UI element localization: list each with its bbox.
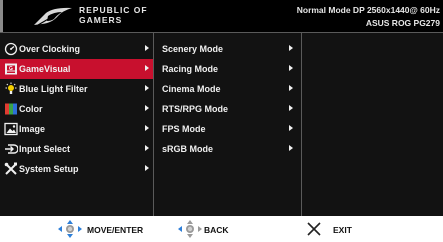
exit-x-icon: [307, 222, 321, 236]
main-menu-label: System Setup: [19, 164, 79, 174]
mode-info: Normal Mode DP 2560x1440@ 60Hz: [296, 5, 440, 15]
sub-menu-label: FPS Mode: [162, 124, 206, 134]
sub-menu-item-srgb-mode[interactable]: sRGB Mode: [162, 139, 302, 159]
main-menu-item-over-clocking[interactable]: Over Clocking: [0, 39, 153, 59]
sub-menu-label: Scenery Mode: [162, 44, 224, 54]
tools-icon: [4, 162, 17, 175]
back-label: BACK: [204, 225, 229, 235]
exit-label: EXIT: [333, 225, 352, 235]
chevron-right-icon: [145, 45, 149, 51]
chevron-right-icon: [145, 85, 149, 91]
main-menu-item-system-setup[interactable]: System Setup: [0, 159, 153, 179]
brand-line2: GAMERS: [79, 15, 123, 25]
main-menu-label: Over Clocking: [19, 44, 81, 54]
gauge-icon: [4, 42, 18, 56]
brand-line1: REPUBLIC OF: [79, 5, 148, 15]
rog-eye-logo-icon: [34, 7, 72, 26]
main-menu-label: Blue Light Filter: [19, 84, 88, 94]
chevron-right-icon: [145, 145, 149, 151]
main-menu-label: Input Select: [19, 144, 71, 154]
main-menu-item-blue-light-filter[interactable]: Blue Light Filter: [0, 79, 153, 99]
header-edge: [0, 0, 3, 32]
osd-menu: REPUBLIC OF GAMERS Normal Mode DP 2560x1…: [0, 0, 443, 216]
chevron-right-icon: [289, 65, 293, 71]
osd-footer: MOVE/ENTER BACK EXIT: [0, 216, 443, 242]
chevron-right-icon: [145, 105, 149, 111]
main-menu-label: GameVisual: [19, 64, 71, 74]
main-menu-label: Color: [19, 104, 43, 114]
monitor-model: ASUS ROG PG279: [365, 18, 440, 28]
input-select-icon: [5, 144, 18, 154]
svg-text:G: G: [9, 66, 13, 72]
dpad-back-icon: [178, 220, 202, 238]
header-divider: [0, 32, 443, 33]
sub-menu-label: Racing Mode: [162, 64, 219, 74]
chevron-right-icon: [289, 105, 293, 111]
brand-name: REPUBLIC OF GAMERS: [79, 5, 148, 25]
chevron-right-icon: [289, 85, 293, 91]
color-bars-icon: [5, 103, 17, 115]
main-menu-item-input-select[interactable]: Input Select: [0, 139, 153, 159]
sub-menu-label: sRGB Mode: [162, 144, 214, 154]
main-menu-item-color[interactable]: Color: [0, 99, 153, 119]
sub-menu-item-fps-mode[interactable]: FPS Mode: [162, 119, 302, 139]
bulb-icon: [5, 82, 17, 94]
sub-menu-item-rts-rpg-mode[interactable]: RTS/RPG Mode: [162, 99, 302, 119]
sub-menu-item-racing-mode[interactable]: Racing Mode: [162, 59, 302, 79]
sub-menu-label: RTS/RPG Mode: [162, 104, 229, 114]
image-icon: [4, 122, 18, 136]
dpad-move-icon: [58, 220, 82, 238]
osd-header: REPUBLIC OF GAMERS Normal Mode DP 2560x1…: [0, 0, 443, 32]
main-menu-item-image[interactable]: Image: [0, 119, 153, 139]
chevron-right-icon: [145, 65, 149, 71]
main-menu-divider: [153, 33, 154, 216]
move-enter-label: MOVE/ENTER: [87, 225, 144, 235]
chevron-right-icon: [145, 125, 149, 131]
chevron-right-icon: [145, 165, 149, 171]
sub-menu-item-scenery-mode[interactable]: Scenery Mode: [162, 39, 302, 59]
chevron-right-icon: [289, 45, 293, 51]
chevron-right-icon: [289, 125, 293, 131]
main-menu-item-gamevisual[interactable]: G GameVisual: [0, 59, 153, 79]
sub-menu-label: Cinema Mode: [162, 84, 221, 94]
chevron-right-icon: [289, 145, 293, 151]
status-info: Normal Mode DP 2560x1440@ 60Hz ASUS ROG …: [297, 4, 440, 30]
sub-menu-item-cinema-mode[interactable]: Cinema Mode: [162, 79, 302, 99]
gamevisual-icon: G: [5, 63, 17, 75]
main-menu-label: Image: [19, 124, 46, 134]
